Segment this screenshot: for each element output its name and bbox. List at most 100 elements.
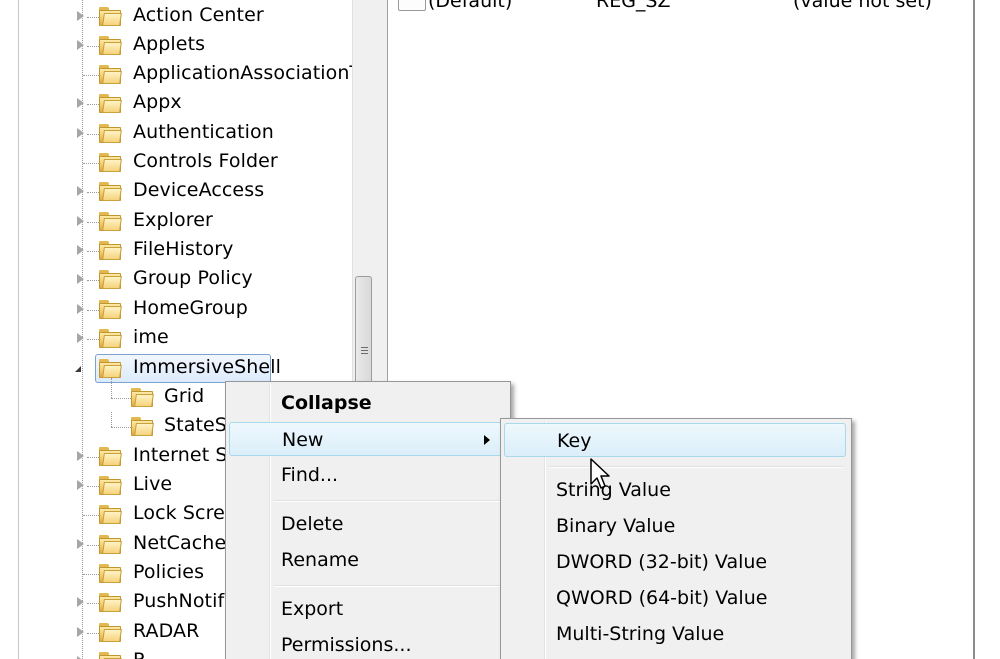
menu-item-qword-value[interactable]: QWORD (64-bit) Value [504, 581, 846, 615]
menu-item-binary-value[interactable]: Binary Value [504, 509, 846, 543]
tree-item-label: Explorer [133, 209, 213, 231]
menu-item-key[interactable]: Key [504, 423, 846, 457]
menu-item-label: Find... [281, 464, 339, 486]
menu-item-label: Multi-String Value [556, 623, 725, 645]
menu-item-label: Collapse [281, 392, 372, 414]
folder-icon [99, 359, 122, 378]
menu-item-export[interactable]: Export [229, 592, 505, 626]
scrollbar-thumb[interactable] [355, 276, 372, 388]
menu-item-rename[interactable]: Rename [229, 543, 505, 577]
tree-item-appx[interactable]: Appx [19, 89, 353, 118]
folder-icon [99, 593, 122, 612]
chevron-down-icon[interactable] [75, 366, 81, 372]
menu-item-collapse[interactable]: Collapse [229, 386, 505, 420]
folder-icon [99, 652, 122, 659]
folder-icon [131, 417, 154, 436]
chevron-right-icon[interactable] [77, 597, 84, 607]
chevron-right-icon[interactable] [77, 451, 84, 461]
folder-icon [99, 270, 122, 289]
menu-item-delete[interactable]: Delete [229, 507, 505, 541]
tree-item-label: Lock Scree [133, 502, 237, 524]
tree-item-label: StateSt [164, 414, 235, 436]
menu-item-label: Export [281, 598, 344, 620]
tree-item-label: Group Policy [133, 267, 253, 289]
tree-item-label: PushNotifi [133, 590, 230, 612]
tree-item-label: Appx [133, 91, 182, 113]
tree-item-action-center[interactable]: Action Center [19, 2, 353, 31]
chevron-right-icon[interactable] [77, 274, 84, 284]
chevron-right-icon[interactable] [77, 216, 84, 226]
folder-icon [99, 535, 122, 554]
menu-separator [274, 500, 502, 502]
tree-item-label: DeviceAccess [133, 179, 265, 201]
tree-item-applicationassociation[interactable]: ApplicationAssociationTo [19, 60, 353, 89]
menu-item-multi-string-value[interactable]: Multi-String Value [504, 617, 846, 651]
tree-item-group-policy[interactable]: Group Policy [19, 265, 353, 294]
menu-item-string-value[interactable]: String Value [504, 473, 846, 507]
chevron-right-icon[interactable] [77, 186, 84, 196]
menu-item-permissions[interactable]: Permissions... [229, 628, 505, 659]
tree-item-immersiveshell[interactable]: ImmersiveShell [19, 354, 353, 383]
tree-item-deviceaccess[interactable]: DeviceAccess [19, 177, 353, 206]
tree-item-label: Grid [164, 385, 205, 407]
tree-item-label: ImmersiveShell [133, 356, 281, 378]
chevron-right-icon[interactable] [77, 627, 84, 637]
chevron-right-icon[interactable] [77, 40, 84, 50]
chevron-right-icon[interactable] [77, 480, 84, 490]
tree-item-authentication[interactable]: Authentication [19, 119, 353, 148]
tree-item-controls-folder[interactable]: Controls Folder [19, 148, 353, 177]
menu-item-find[interactable]: Find... [229, 458, 505, 492]
tree-item-label: R [133, 649, 146, 659]
tree-item-label: Live [133, 473, 173, 495]
folder-icon [99, 447, 122, 466]
menu-item-label: Delete [281, 513, 344, 535]
chevron-right-icon[interactable] [77, 245, 84, 255]
folder-icon [99, 329, 122, 348]
menu-item-label: Key [557, 430, 592, 452]
tree-item-label: Applets [133, 33, 206, 55]
folder-icon [99, 36, 122, 55]
tree-item-label: Controls Folder [133, 150, 278, 172]
tree-item-filehistory[interactable]: FileHistory [19, 236, 353, 265]
menu-item-label: New [282, 429, 324, 451]
tree-item-homegroup[interactable]: HomeGroup [19, 295, 353, 324]
chevron-right-icon[interactable] [77, 128, 84, 138]
chevron-right-icon[interactable] [77, 304, 84, 314]
folder-icon [99, 7, 122, 26]
tree-item-ime[interactable]: ime [19, 324, 353, 353]
menu-item-new[interactable]: New [229, 422, 505, 456]
value-row-default[interactable]: (Default) REG_SZ (value not set) [388, 0, 973, 14]
folder-icon [99, 505, 122, 524]
folder-icon [99, 153, 122, 172]
tree-item-explorer[interactable]: Explorer [19, 207, 353, 236]
tree-item-label: NetCache [133, 532, 227, 554]
menu-item-label: Rename [281, 549, 359, 571]
tree-item-label: Policies [133, 561, 205, 583]
folder-icon [99, 182, 122, 201]
chevron-right-icon[interactable] [77, 98, 84, 108]
folder-icon [99, 623, 122, 642]
menu-item-label: Binary Value [556, 515, 676, 537]
folder-icon [99, 564, 122, 583]
tree-item-label: FileHistory [133, 238, 234, 260]
menu-separator [274, 585, 502, 587]
folder-icon [99, 124, 122, 143]
folder-icon [99, 476, 122, 495]
chevron-right-icon[interactable] [77, 539, 84, 549]
tree-item-label: HomeGroup [133, 297, 248, 319]
folder-icon [99, 300, 122, 319]
tree-item-label: Internet Se [133, 444, 240, 466]
menu-item-dword-value[interactable]: DWORD (32-bit) Value [504, 545, 846, 579]
menu-item-label: QWORD (64-bit) Value [556, 587, 768, 609]
folder-icon [99, 212, 122, 231]
tree-item-label: RADAR [133, 620, 200, 642]
chevron-right-icon[interactable] [77, 11, 84, 21]
tree-item-label: ime [133, 326, 169, 348]
folder-icon [99, 65, 122, 84]
submenu-arrow-icon [484, 435, 490, 445]
value-type: REG_SZ [596, 0, 671, 12]
tree-item-label: Authentication [133, 121, 274, 143]
value-name: (Default) [428, 0, 513, 12]
tree-item-applets[interactable]: Applets [19, 31, 353, 60]
chevron-right-icon[interactable] [77, 333, 84, 343]
